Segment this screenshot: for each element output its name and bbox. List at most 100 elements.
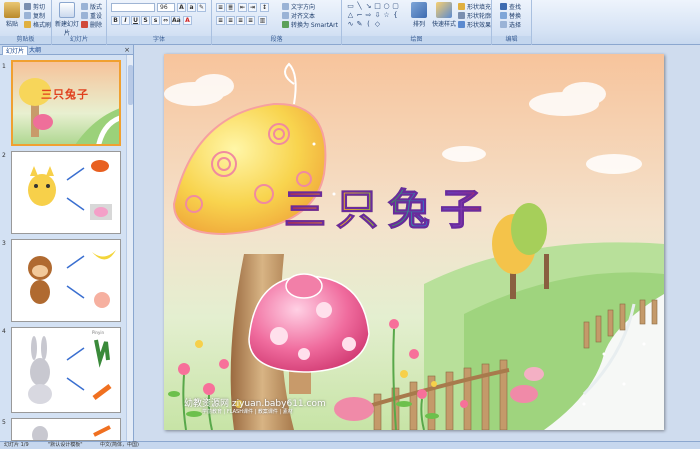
line-shape-icon[interactable]: ╲ [355, 2, 364, 11]
arrange-icon [411, 2, 427, 18]
align-right-button[interactable]: ≡ [236, 16, 245, 25]
decrease-indent-button[interactable]: ⇤ [238, 3, 247, 12]
replace-button[interactable]: 替换 [500, 11, 521, 20]
copy-icon [24, 12, 31, 19]
slide-number: 5 [2, 419, 6, 426]
bracket-shape-icon[interactable]: ( [364, 20, 373, 29]
align-center-button[interactable]: ≡ [226, 16, 235, 25]
clear-format-button[interactable]: ✎ [197, 3, 206, 12]
font-label: 字体 [107, 36, 211, 44]
close-icon[interactable]: × [124, 45, 130, 55]
smartart-button[interactable]: 转换为 SmartArt [282, 20, 338, 29]
char-spacing-button[interactable]: ⇔ [161, 16, 170, 25]
rectangle-shape-icon[interactable]: □ [373, 2, 382, 11]
delete-slide-button[interactable]: 删除 [81, 20, 102, 29]
ribbon: 粘贴 剪切 复制 格式刷 剪贴板 新建幻灯片 版式 重设 删除 幻灯片 96 A… [0, 0, 700, 45]
triangle-shape-icon[interactable]: △ [346, 11, 355, 20]
increase-indent-button[interactable]: ⇥ [248, 3, 257, 12]
columns-button[interactable]: ▥ [258, 16, 267, 25]
slide-editor: 三只兔子 幼教资源网 ziyuan.baby611.com 学前教育 | FLA… [135, 45, 700, 441]
slide-thumbnail-2[interactable] [11, 151, 121, 234]
slide-number: 1 [2, 63, 6, 70]
tab-outline[interactable]: 大纲 [26, 46, 44, 55]
slide-thumbnail-1[interactable]: 三只兔子 [11, 60, 121, 146]
slides-group: 新建幻灯片 版式 重设 删除 幻灯片 [52, 0, 107, 45]
down-arrow-shape-icon[interactable]: ⇩ [373, 11, 382, 20]
copy-button[interactable]: 复制 [24, 11, 45, 20]
quick-styles-icon [436, 2, 452, 18]
paste-button[interactable]: 粘贴 [2, 2, 22, 28]
panel-tabs: 幻灯片 大纲 × [0, 45, 133, 55]
align-text-button[interactable]: 对齐文本 [282, 11, 315, 20]
tab-slides[interactable]: 幻灯片 [2, 46, 29, 55]
shape-fill-button[interactable]: 形状填充 [458, 2, 491, 11]
curve-shape-icon[interactable]: ∿ [346, 20, 355, 29]
slide-number: 3 [2, 240, 6, 247]
new-slide-button[interactable]: 新建幻灯片 [55, 2, 79, 37]
textbox-shape-icon[interactable]: ▭ [346, 2, 355, 11]
shape-outline-button[interactable]: 形状轮廓 [458, 11, 491, 20]
brush-icon [24, 21, 31, 28]
text-direction-icon [282, 3, 289, 10]
slide-5-preview [12, 419, 120, 440]
align-left-button[interactable]: ≡ [216, 16, 225, 25]
slide-title[interactable]: 三只兔子 [283, 176, 492, 237]
slides-label: 幻灯片 [52, 36, 106, 44]
bullets-button[interactable]: ≡ [216, 3, 225, 12]
font-group: 96 A a ✎ B I U S s ⇔ Aa A 字体 [107, 0, 212, 45]
editing-group: 查找 替换 选择 编辑 [492, 0, 532, 45]
slide-thumbnail-4[interactable]: Pinyin [11, 327, 121, 413]
current-slide[interactable]: 三只兔子 幼教资源网 ziyuan.baby611.com 学前教育 | FLA… [164, 54, 664, 430]
reset-button[interactable]: 重设 [81, 11, 102, 20]
scrollbar-thumb[interactable] [128, 65, 133, 105]
quick-styles-button[interactable]: 快速样式 [430, 2, 458, 28]
italic-button[interactable]: I [121, 16, 130, 25]
effects-icon [458, 21, 465, 28]
thumbnail-scrollbar[interactable] [126, 55, 133, 441]
pen-icon [458, 12, 465, 19]
text-direction-button[interactable]: 文字方向 [282, 2, 315, 11]
find-button[interactable]: 查找 [500, 2, 521, 11]
line-spacing-button[interactable]: ↕ [260, 3, 269, 12]
freeform-shape-icon[interactable]: ✎ [355, 20, 364, 29]
connector-shape-icon[interactable]: ⌐ [355, 11, 364, 20]
shape-effects-button[interactable]: 形状效果 [458, 20, 491, 29]
grow-font-button[interactable]: A [177, 3, 186, 12]
bold-button[interactable]: B [111, 16, 120, 25]
oval-shape-icon[interactable]: ○ [382, 2, 391, 11]
font-size-combo[interactable]: 96 [157, 3, 175, 12]
shrink-font-button[interactable]: a [187, 3, 196, 12]
strikethrough-button[interactable]: S [141, 16, 150, 25]
slide-4-preview [12, 328, 120, 412]
clipboard-group: 粘贴 剪切 复制 格式刷 剪贴板 [0, 0, 52, 45]
paste-icon [4, 2, 20, 18]
shadow-button[interactable]: s [151, 16, 160, 25]
change-case-button[interactable]: Aa [171, 16, 181, 25]
brace-shape-icon[interactable]: { [391, 11, 400, 20]
slide-thumbnail-3[interactable] [11, 239, 121, 322]
font-color-button[interactable]: A [183, 16, 192, 25]
format-painter-button[interactable]: 格式刷 [24, 20, 51, 29]
font-name-combo[interactable] [111, 3, 155, 12]
rounded-rect-shape-icon[interactable]: ▢ [391, 2, 400, 11]
slide-background-illustration [164, 54, 664, 430]
editing-label: 编辑 [492, 36, 531, 44]
callout-shape-icon[interactable]: ◇ [373, 20, 382, 29]
cut-button[interactable]: 剪切 [24, 2, 45, 11]
underline-button[interactable]: U [131, 16, 140, 25]
arrange-button[interactable]: 排列 [408, 2, 430, 28]
slide-3-preview [12, 240, 120, 321]
layout-icon [81, 3, 88, 10]
new-slide-icon [59, 2, 75, 18]
slide-thumbnail-5[interactable] [11, 418, 121, 441]
right-arrow-shape-icon[interactable]: ⇨ [364, 11, 373, 20]
arrow-shape-icon[interactable]: ↘ [364, 2, 373, 11]
layout-button[interactable]: 版式 [81, 2, 102, 11]
star-shape-icon[interactable]: ☆ [382, 11, 391, 20]
numbering-button[interactable]: ≣ [226, 3, 235, 12]
justify-button[interactable]: ≡ [246, 16, 255, 25]
smartart-icon [282, 21, 289, 28]
drawing-group: ▭ ╲ ↘ □ ○ ▢ △ ⌐ ⇨ ⇩ ☆ { ∿ ✎ ( ◇ 排列 快速样式 … [342, 0, 492, 45]
select-button[interactable]: 选择 [500, 20, 521, 29]
reset-icon [81, 12, 88, 19]
